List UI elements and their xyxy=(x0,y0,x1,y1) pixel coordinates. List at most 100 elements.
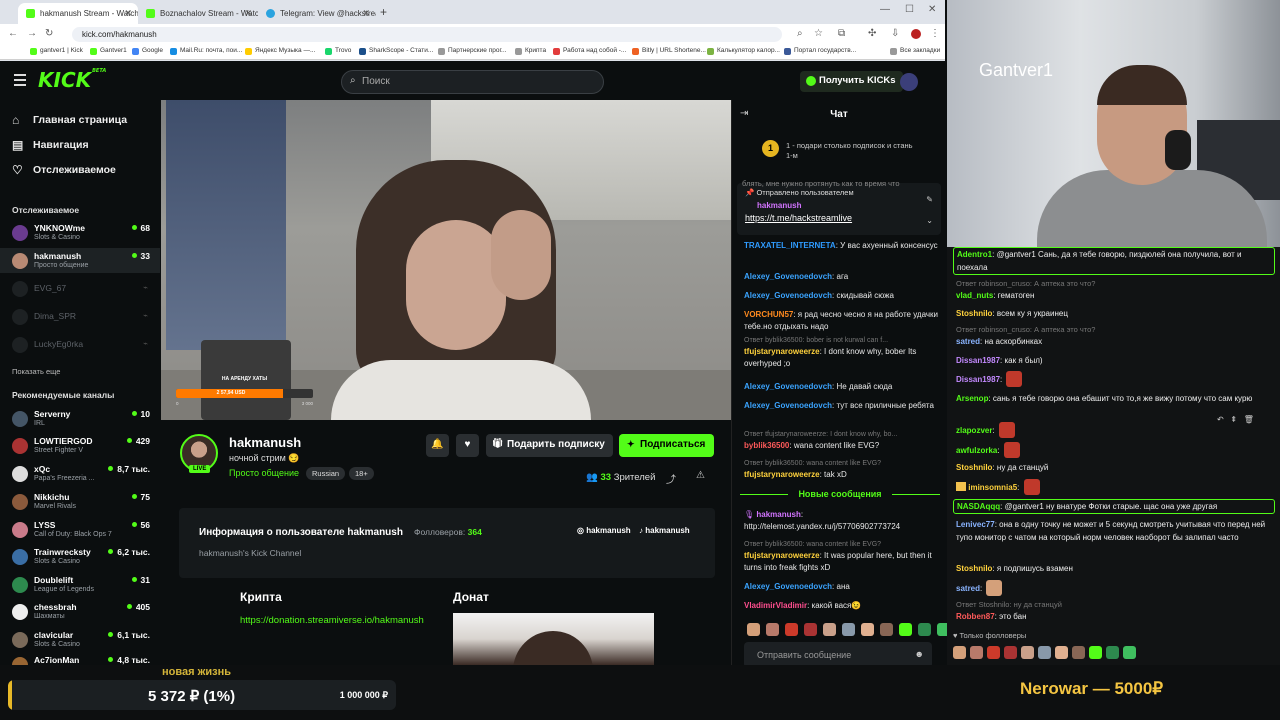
emote-icon[interactable] xyxy=(1072,646,1085,659)
search-input[interactable]: ⌕ Поиск xyxy=(341,70,604,94)
recommended-channel[interactable]: LYSS Call of Duty: Black Ops 7 56 xyxy=(0,517,160,542)
recommended-channel[interactable]: Doublelift League of Legends 31 xyxy=(0,572,160,597)
recommended-channel[interactable]: LOWTIERGOD Street Fighter V 429 xyxy=(0,433,160,458)
emote-icon[interactable] xyxy=(1004,646,1017,659)
bookmark-item[interactable]: Работа над собой -... xyxy=(553,47,626,55)
bookmark-item[interactable]: gantver1 | Kick xyxy=(30,47,83,55)
follow-heart-button[interactable]: ♥ xyxy=(456,434,479,457)
all-bookmarks[interactable]: Все закладки xyxy=(890,47,940,55)
chat-message[interactable]: Ответ byblik36500: wana content like EVG… xyxy=(744,540,938,574)
following-channel-offline[interactable]: LuckyEg0rka ⌁ xyxy=(0,332,160,357)
bookmark-item[interactable]: Trovo xyxy=(325,47,351,55)
new-messages-divider[interactable]: Новые сообщения xyxy=(740,489,940,499)
new-tab-icon[interactable]: + xyxy=(380,5,387,19)
emoji-picker-icon[interactable]: ☻ xyxy=(915,649,924,659)
bookmark-star-icon[interactable]: ☆ xyxy=(814,28,823,39)
downloads-icon[interactable]: ⇩ xyxy=(891,28,899,39)
chat-message[interactable]: Alexey_Govenoedovch: скидывай сюжа xyxy=(744,290,938,302)
get-kicks-button[interactable]: Получить KICKs xyxy=(800,71,903,92)
bookmark-item[interactable]: Яндекс Музыка —... xyxy=(245,47,315,55)
emote-icon[interactable] xyxy=(970,646,983,659)
forward-icon[interactable]: → xyxy=(27,28,37,39)
unpin-icon[interactable]: ✎ xyxy=(926,195,933,204)
channel-name[interactable]: hakmanush xyxy=(229,435,301,450)
extension-icon[interactable]: ⧉ xyxy=(838,28,845,39)
donate-panel-image[interactable] xyxy=(453,613,654,665)
emote-icon[interactable] xyxy=(953,646,966,659)
recommended-channel[interactable]: Serverny IRL 10 xyxy=(0,406,160,431)
emote-icon[interactable] xyxy=(987,646,1000,659)
notifications-bell-button[interactable]: 🔔 xyxy=(426,434,449,457)
bookmark-item[interactable]: Gantver1 xyxy=(90,47,127,55)
chat-message[interactable]: Alexey_Govenoedovch: ага xyxy=(744,271,938,283)
recommended-channel[interactable]: chessbrah Шахматы 405 xyxy=(0,599,160,624)
instagram-link[interactable]: ◎ hakmanush xyxy=(577,526,631,535)
recommended-channel[interactable]: Ac7ionMan 4,8 тыс. xyxy=(0,652,160,665)
close-tab-icon[interactable]: ✕ xyxy=(244,8,252,19)
subscribe-button[interactable]: Подписаться xyxy=(619,434,715,457)
video-player[interactable]: НА АРЕНДУ ХАТЫ 2 57,94 USD 0 3 000 xyxy=(161,100,731,420)
following-channel[interactable]: YNKNOWme Slots & Casino 68 xyxy=(0,220,160,245)
url-field[interactable]: kick.com/hakmanush xyxy=(72,27,782,42)
profile-avatar[interactable] xyxy=(911,29,921,39)
chat-message[interactable]: Ответ byblik36500: wana content like EVG… xyxy=(744,459,938,481)
bookmark-item[interactable]: SharkScope - Стати... xyxy=(359,47,433,55)
tiktok-link[interactable]: ♪ hakmanush xyxy=(639,526,690,535)
bookmark-item[interactable]: Mail.Ru: почта, пои... xyxy=(170,47,242,55)
browser-tab-hakmanush[interactable]: hakmanush Stream - Watch Li ✕ xyxy=(18,3,138,24)
emote-icon[interactable] xyxy=(1021,646,1034,659)
reply-icon[interactable]: ↶ xyxy=(1217,415,1224,424)
reload-icon[interactable]: ↻ xyxy=(45,28,53,39)
emote-icon[interactable] xyxy=(899,623,912,636)
pinned-message[interactable]: блять, мне нужно протянуть как то время … xyxy=(737,179,941,235)
share-icon[interactable]: ⤴ xyxy=(666,471,676,486)
menu-kebab-icon[interactable]: ⋮ xyxy=(930,28,940,39)
show-more-link[interactable]: Показать еще xyxy=(12,367,60,376)
minimize-icon[interactable]: — xyxy=(880,4,890,15)
bookmark-item[interactable]: Портал государств... xyxy=(784,47,856,55)
user-avatar[interactable] xyxy=(900,73,918,91)
bookmark-item[interactable]: Bitly | URL Shortene... xyxy=(632,47,706,55)
pinned-username[interactable]: hakmanush xyxy=(757,201,801,210)
zoom-icon[interactable]: ⌕ xyxy=(797,28,803,39)
bookmark-item[interactable]: Калькулятор калор... xyxy=(707,47,780,55)
browser-tab-boznachalov[interactable]: Boznachalov Stream - Watch Li ✕ xyxy=(138,3,258,24)
chat-message[interactable]: Alexey_Govenoedovch: Не давай сюда xyxy=(744,381,938,393)
emote-icon[interactable] xyxy=(918,623,931,636)
emote-icon[interactable] xyxy=(823,623,836,636)
chevron-down-icon[interactable]: ⌄ xyxy=(926,216,933,225)
extensions-puzzle-icon[interactable]: ✣ xyxy=(868,28,876,39)
bookmark-item[interactable]: Партнерские прог... xyxy=(438,47,506,55)
pin-icon[interactable]: ⇞ xyxy=(1230,415,1237,424)
chat-message[interactable]: VladimirVladimir: какой вася😉 xyxy=(744,600,938,612)
chat-message[interactable]: Alexey_Govenoedovch: ана xyxy=(744,581,938,593)
emote-icon[interactable] xyxy=(842,623,855,636)
trash-icon[interactable]: 🗑 xyxy=(1244,415,1254,424)
back-icon[interactable]: ← xyxy=(8,28,18,39)
emote-icon[interactable] xyxy=(785,623,798,636)
chat-message[interactable]: Alexey_Govenoedovch: тут все приличные р… xyxy=(744,400,938,412)
bookmark-item[interactable]: Крипта xyxy=(515,47,546,55)
emote-icon[interactable] xyxy=(1055,646,1068,659)
emote-icon[interactable] xyxy=(861,623,874,636)
emote-icon[interactable] xyxy=(1089,646,1102,659)
pinned-link[interactable]: https://t.me/hackstreamlive xyxy=(745,213,852,223)
browser-tab-telegram[interactable]: Telegram: View @hackstreamli ✕ xyxy=(258,3,376,24)
close-window-icon[interactable]: ✕ xyxy=(928,4,936,15)
chat-message[interactable]: 🎙 hakmanush: http://telemost.yandex.ru/j… xyxy=(744,509,938,533)
following-channel-offline[interactable]: EVG_67 ⌁ xyxy=(0,276,160,301)
recommended-channel[interactable]: xQc Papa's Freezeria ... 8,7 тыс. xyxy=(0,461,160,486)
emote-icon[interactable] xyxy=(1038,646,1051,659)
hamburger-menu-icon[interactable] xyxy=(14,74,26,89)
tag-language[interactable]: Russian xyxy=(306,467,346,480)
kick-logo[interactable]: KICKBETA xyxy=(38,68,106,92)
nav-browse[interactable]: ▤ Навигация xyxy=(12,138,89,152)
emote-icon[interactable] xyxy=(1106,646,1119,659)
emote-icon[interactable] xyxy=(1123,646,1136,659)
chat-message[interactable]: Ответ byblik36500: bober is not kurwal c… xyxy=(744,336,938,370)
close-tab-icon[interactable]: ✕ xyxy=(362,8,370,19)
stream-category[interactable]: Просто общение xyxy=(229,468,299,478)
report-icon[interactable]: ⚠ xyxy=(696,470,705,481)
recommended-channel[interactable]: clavicular Slots & Casino 6,1 тыс. xyxy=(0,627,160,652)
tag-mature[interactable]: 18+ xyxy=(349,467,374,480)
